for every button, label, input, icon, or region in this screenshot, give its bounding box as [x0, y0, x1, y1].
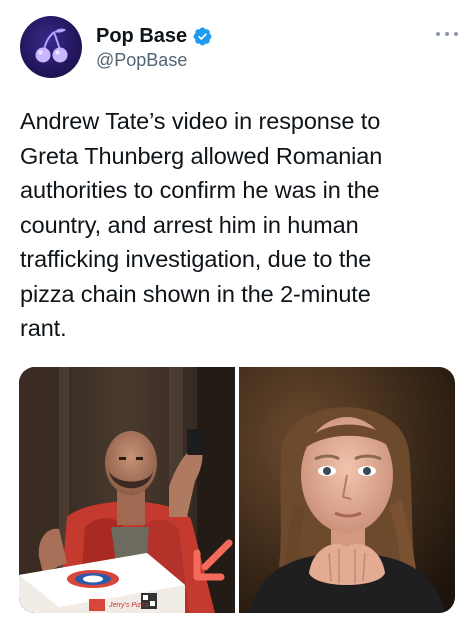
pizza-box-text: Jerry's Pizza	[108, 602, 149, 609]
more-dot	[445, 32, 449, 36]
tweet-text-line: Andrew Tate’s video in response to	[20, 108, 381, 134]
display-name[interactable]: Pop Base	[96, 24, 187, 48]
avatar[interactable]	[20, 16, 82, 78]
media-photo-right[interactable]	[239, 367, 455, 613]
tweet-text-line: country, and arrest him in human	[20, 211, 359, 238]
tweet-text: Andrew Tate’s video in response to Greta…	[20, 104, 460, 346]
verified-badge-icon	[192, 26, 213, 47]
photo-man-pizza-box: Jerry's Pizza	[19, 367, 235, 613]
more-dot	[454, 32, 458, 36]
tweet-text-line: Greta Thunberg allowed Romanian	[20, 142, 383, 169]
tweet-text-line: trafficking investigation, due to the	[20, 246, 372, 272]
media-photo-left[interactable]: Jerry's Pizza	[19, 367, 235, 613]
display-name-row: Pop Base	[96, 24, 213, 48]
author-block[interactable]: Pop Base @PopBase	[96, 24, 213, 71]
user-handle[interactable]: @PopBase	[96, 49, 213, 71]
more-options-icon[interactable]	[436, 30, 458, 38]
tweet: Pop Base @PopBase Andrew Tate’s video in…	[0, 0, 474, 643]
tweet-text-line: authorities to confirm he was in the	[20, 177, 380, 203]
photo-girl-portrait	[239, 367, 455, 613]
tweet-text-line: pizza chain shown in the 2-minute	[20, 280, 371, 307]
more-dot	[436, 32, 440, 36]
media-grid: Jerry's Pizza	[19, 367, 455, 613]
tweet-text-line: rant.	[20, 315, 67, 341]
cherry-logo-icon	[35, 28, 68, 63]
